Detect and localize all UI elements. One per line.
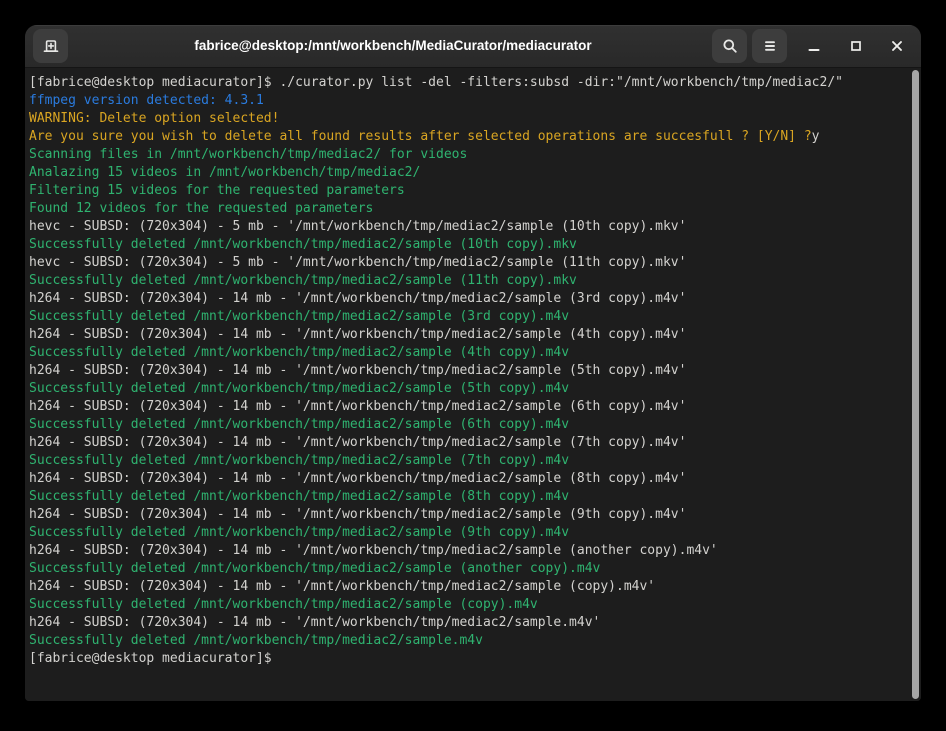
terminal-output[interactable]: [fabrice@desktop mediacurator]$ ./curato… <box>25 68 921 701</box>
terminal-line: Are you sure you wish to delete all foun… <box>29 128 921 146</box>
terminal-line: Found 12 videos for the requested parame… <box>29 200 921 218</box>
terminal-line: Successfully deleted /mnt/workbench/tmp/… <box>29 272 921 290</box>
terminal-line: [fabrice@desktop mediacurator]$ <box>29 650 921 668</box>
terminal-line: WARNING: Delete option selected! <box>29 110 921 128</box>
search-button[interactable] <box>712 29 747 63</box>
terminal-line: Successfully deleted /mnt/workbench/tmp/… <box>29 524 921 542</box>
terminal-line: Successfully deleted /mnt/workbench/tmp/… <box>29 488 921 506</box>
terminal-line: Successfully deleted /mnt/workbench/tmp/… <box>29 236 921 254</box>
terminal-line: h264 - SUBSD: (720x304) - 14 mb - '/mnt/… <box>29 326 921 344</box>
menu-icon <box>762 38 778 54</box>
terminal-line: Successfully deleted /mnt/workbench/tmp/… <box>29 380 921 398</box>
terminal-line: Successfully deleted /mnt/workbench/tmp/… <box>29 452 921 470</box>
terminal-line: Successfully deleted /mnt/workbench/tmp/… <box>29 416 921 434</box>
terminal-line: [fabrice@desktop mediacurator]$ ./curato… <box>29 74 921 92</box>
terminal-line: Successfully deleted /mnt/workbench/tmp/… <box>29 308 921 326</box>
scrollbar-thumb[interactable] <box>912 70 919 699</box>
terminal-line: h264 - SUBSD: (720x304) - 14 mb - '/mnt/… <box>29 290 921 308</box>
terminal-line: Filtering 15 videos for the requested pa… <box>29 182 921 200</box>
terminal-line: hevc - SUBSD: (720x304) - 5 mb - '/mnt/w… <box>29 254 921 272</box>
terminal-line: Successfully deleted /mnt/workbench/tmp/… <box>29 596 921 614</box>
terminal-line: h264 - SUBSD: (720x304) - 14 mb - '/mnt/… <box>29 398 921 416</box>
titlebar[interactable]: fabrice@desktop:/mnt/workbench/MediaCura… <box>25 25 921 68</box>
minimize-icon <box>806 38 822 54</box>
close-button[interactable] <box>885 34 909 58</box>
terminal-line: h264 - SUBSD: (720x304) - 14 mb - '/mnt/… <box>29 614 921 632</box>
window-title: fabrice@desktop:/mnt/workbench/MediaCura… <box>85 25 701 67</box>
terminal-line: Successfully deleted /mnt/workbench/tmp/… <box>29 344 921 362</box>
terminal-line: h264 - SUBSD: (720x304) - 14 mb - '/mnt/… <box>29 578 921 596</box>
new-tab-button[interactable] <box>33 29 68 63</box>
new-tab-icon <box>43 38 59 54</box>
terminal-output-text: [fabrice@desktop mediacurator]$ ./curato… <box>29 74 921 668</box>
minimize-button[interactable] <box>802 34 826 58</box>
terminal-line: h264 - SUBSD: (720x304) - 14 mb - '/mnt/… <box>29 434 921 452</box>
maximize-icon <box>848 38 864 54</box>
terminal-line: h264 - SUBSD: (720x304) - 14 mb - '/mnt/… <box>29 542 921 560</box>
terminal-line: ffmpeg version detected: 4.3.1 <box>29 92 921 110</box>
terminal-line: h264 - SUBSD: (720x304) - 14 mb - '/mnt/… <box>29 506 921 524</box>
terminal-line: hevc - SUBSD: (720x304) - 5 mb - '/mnt/w… <box>29 218 921 236</box>
menu-button[interactable] <box>752 29 787 63</box>
terminal-line: h264 - SUBSD: (720x304) - 14 mb - '/mnt/… <box>29 362 921 380</box>
terminal-line: Analazing 15 videos in /mnt/workbench/tm… <box>29 164 921 182</box>
terminal-line: Successfully deleted /mnt/workbench/tmp/… <box>29 632 921 650</box>
terminal-line: Scanning files in /mnt/workbench/tmp/med… <box>29 146 921 164</box>
terminal-line: h264 - SUBSD: (720x304) - 14 mb - '/mnt/… <box>29 470 921 488</box>
maximize-button[interactable] <box>844 34 868 58</box>
search-icon <box>722 38 738 54</box>
close-icon <box>889 38 905 54</box>
terminal-line: Successfully deleted /mnt/workbench/tmp/… <box>29 560 921 578</box>
terminal-window: fabrice@desktop:/mnt/workbench/MediaCura… <box>25 25 921 701</box>
